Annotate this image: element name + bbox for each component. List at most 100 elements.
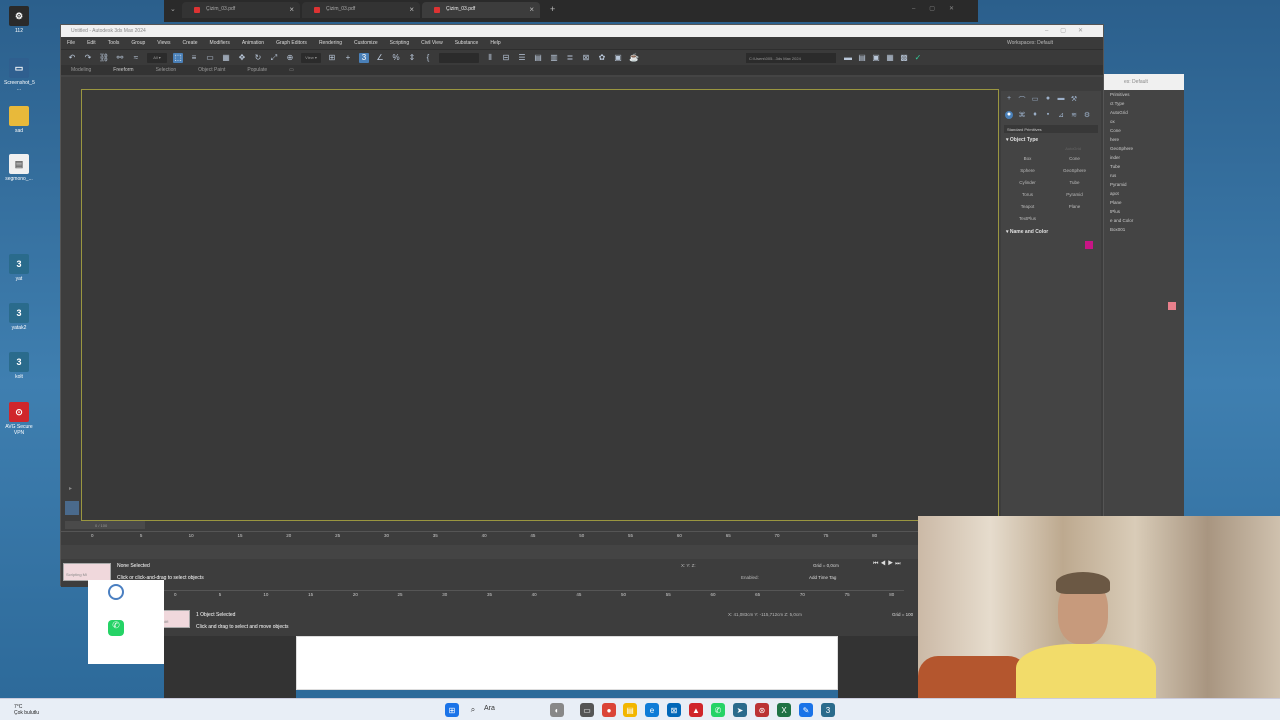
menu-civil-view[interactable]: Civil View bbox=[421, 40, 443, 46]
tab-list-chevron-icon[interactable]: ⌄ bbox=[170, 5, 176, 13]
autogrid-checkbox[interactable]: AutoGrid bbox=[1001, 146, 1101, 153]
torus-button[interactable]: Torus bbox=[1007, 189, 1048, 199]
coordinate-display[interactable]: X: Y: Z: bbox=[681, 563, 696, 568]
geometry-icon[interactable]: ● bbox=[1005, 111, 1013, 119]
name-color-rollout[interactable]: ▾ Name and Color bbox=[1004, 227, 1098, 236]
render-setup-icon[interactable]: ✿ bbox=[597, 53, 607, 63]
playback-controls[interactable]: ⏮◀▶⏭ bbox=[873, 561, 903, 568]
window-crossing-icon[interactable]: ▦ bbox=[221, 53, 231, 63]
desktop-icon-screenshot[interactable]: ▭ Screenshot_5 ... bbox=[4, 58, 35, 92]
select-by-name-icon[interactable]: ≡ bbox=[189, 53, 199, 63]
viewport-nav-arrow-icon[interactable]: ▸ bbox=[69, 485, 72, 492]
teapot-button[interactable]: Teapot bbox=[1007, 201, 1048, 211]
menu-help[interactable]: Help bbox=[490, 40, 500, 46]
close-icon[interactable]: × bbox=[529, 5, 534, 14]
search-icon[interactable]: ⌕ bbox=[466, 703, 480, 717]
excel-icon[interactable]: X bbox=[777, 703, 791, 717]
desktop-icon-yat[interactable]: 3 yat bbox=[4, 254, 34, 282]
modify-tab-icon[interactable]: ⌒ bbox=[1018, 95, 1026, 104]
desktop-icon-yatak2[interactable]: 3 yatak2 bbox=[4, 303, 34, 331]
track-bar[interactable]: 0 5 10 15 20 25 30 35 40 45 50 55 60 65 70 75 80 bbox=[61, 531, 921, 545]
desktop-icon-segmono[interactable]: ▤ segmono_... bbox=[4, 154, 34, 182]
snaps-toggle-icon[interactable]: 3 bbox=[359, 52, 369, 63]
pivot-icon[interactable]: ⊞ bbox=[327, 53, 337, 63]
create-tab-icon[interactable]: + bbox=[1005, 95, 1013, 103]
pyramid-button[interactable]: Pyramid bbox=[1054, 189, 1095, 199]
chrome-icon[interactable]: ● bbox=[602, 703, 616, 717]
primitive-type-dropdown[interactable]: Standard Primitives bbox=[1004, 125, 1098, 133]
shapes-icon[interactable]: ⌘ bbox=[1018, 111, 1026, 119]
named-selection-dropdown[interactable] bbox=[439, 52, 479, 63]
rendered-frame-icon[interactable]: ▣ bbox=[613, 53, 623, 63]
store-icon[interactable]: ⊠ bbox=[667, 703, 681, 717]
helpers-icon[interactable]: ⊿ bbox=[1057, 111, 1065, 119]
menu-customize[interactable]: Customize bbox=[354, 40, 378, 46]
menu-rendering[interactable]: Rendering bbox=[319, 40, 342, 46]
scene-explorer-icon[interactable]: ▤ bbox=[533, 53, 543, 63]
layer-explorer-icon[interactable]: ☰ bbox=[517, 53, 527, 63]
messenger-icon[interactable] bbox=[108, 584, 124, 600]
desktop-icon-kolt[interactable]: 3 kolt bbox=[4, 352, 34, 380]
menu-substance[interactable]: Substance bbox=[455, 40, 479, 46]
window-controls[interactable]: –▢✕ bbox=[912, 5, 968, 12]
render-icon[interactable]: ☕ bbox=[629, 53, 639, 63]
geosphere-button[interactable]: GeoSphere bbox=[1054, 165, 1095, 175]
file-explorer-icon[interactable]: ▤ bbox=[623, 703, 637, 717]
keyboard-shortcut-icon[interactable]: + bbox=[343, 53, 353, 63]
folder-icon[interactable]: ▤ bbox=[857, 53, 867, 63]
select-move-icon[interactable]: ✥ bbox=[237, 53, 247, 63]
spinner-snap-icon[interactable]: ⇕ bbox=[407, 53, 417, 63]
desktop-icon-112[interactable]: ⚙ 112 bbox=[4, 6, 34, 34]
cameras-icon[interactable]: ▪ bbox=[1044, 111, 1052, 119]
ribbon-toggle-icon[interactable]: ▭ bbox=[289, 67, 294, 73]
time-slider[interactable]: 0 / 100 bbox=[65, 521, 145, 529]
viewport-layout-icon[interactable] bbox=[65, 501, 79, 515]
browser-tab-3[interactable]: Çizim_03.pdf × bbox=[422, 2, 540, 18]
object-type-rollout[interactable]: ▾ Object Type bbox=[1004, 135, 1098, 144]
browser-tab-1[interactable]: Çizim_03.pdf × bbox=[182, 2, 300, 18]
project-icon[interactable]: ▦ bbox=[885, 53, 895, 63]
menu-file[interactable]: File bbox=[67, 40, 75, 46]
3dsmax-icon[interactable]: 3 bbox=[821, 703, 835, 717]
select-object-icon[interactable]: ⬚ bbox=[173, 52, 183, 63]
utilities-tab-icon[interactable]: ⚒ bbox=[1070, 95, 1078, 103]
close-icon[interactable]: × bbox=[409, 5, 414, 14]
menu-scripting[interactable]: Scripting bbox=[390, 40, 409, 46]
box-button[interactable]: Box bbox=[1007, 153, 1048, 163]
widget-icon[interactable]: ◐ bbox=[550, 703, 564, 717]
maxscript-listener[interactable]: Scripting Mi bbox=[63, 563, 111, 581]
object-color-swatch[interactable] bbox=[1085, 241, 1093, 249]
sphere-button[interactable]: Sphere bbox=[1007, 165, 1048, 175]
object-color-swatch[interactable] bbox=[1168, 302, 1176, 310]
tab-selection[interactable]: Selection bbox=[156, 67, 177, 73]
menu-graph-editors[interactable]: Graph Editors bbox=[276, 40, 307, 46]
tab-modeling[interactable]: Modeling bbox=[71, 67, 91, 73]
undo-icon[interactable]: ↶ bbox=[67, 53, 77, 63]
named-selection-icon[interactable]: { bbox=[423, 53, 433, 63]
pen-icon[interactable]: ✎ bbox=[799, 703, 813, 717]
selection-filter-dropdown[interactable]: All ▾ bbox=[147, 52, 167, 63]
select-scale-icon[interactable]: ⤢ bbox=[269, 53, 279, 63]
lights-icon[interactable]: ♦ bbox=[1031, 111, 1039, 119]
bind-spacewarp-icon[interactable]: ≈ bbox=[131, 53, 141, 63]
edge-icon[interactable]: e bbox=[645, 703, 659, 717]
cylinder-button[interactable]: Cylinder bbox=[1007, 177, 1048, 187]
start-icon[interactable]: ⊞ bbox=[445, 703, 459, 717]
menu-edit[interactable]: Edit bbox=[87, 40, 96, 46]
rect-selection-icon[interactable]: ▭ bbox=[205, 53, 215, 63]
tab-populate[interactable]: Populate bbox=[247, 67, 267, 73]
open-icon[interactable]: ▬ bbox=[843, 53, 853, 63]
select-rotate-icon[interactable]: ↻ bbox=[253, 53, 263, 63]
systems-icon[interactable]: ⚙ bbox=[1083, 111, 1091, 119]
track-bar[interactable]: 0 5 10 15 20 25 30 35 40 45 50 55 60 65 70 75 80 bbox=[144, 590, 904, 604]
desktop-icon-sad[interactable]: sad bbox=[4, 106, 34, 134]
select-place-icon[interactable]: ⊕ bbox=[285, 53, 295, 63]
weather-widget[interactable]: 7°C Çok bulutlu bbox=[14, 704, 39, 716]
textplus-button[interactable]: TextPlus bbox=[1007, 213, 1048, 223]
workspace-selector[interactable]: Workspaces: Default bbox=[1007, 40, 1053, 46]
mirror-icon[interactable]: ⫴ bbox=[485, 53, 495, 63]
tab-freeform[interactable]: Freeform bbox=[113, 67, 133, 73]
whatsapp-icon[interactable]: ✆ bbox=[711, 703, 725, 717]
cone-button[interactable]: Cone bbox=[1054, 153, 1095, 163]
percent-snap-icon[interactable]: % bbox=[391, 53, 401, 63]
